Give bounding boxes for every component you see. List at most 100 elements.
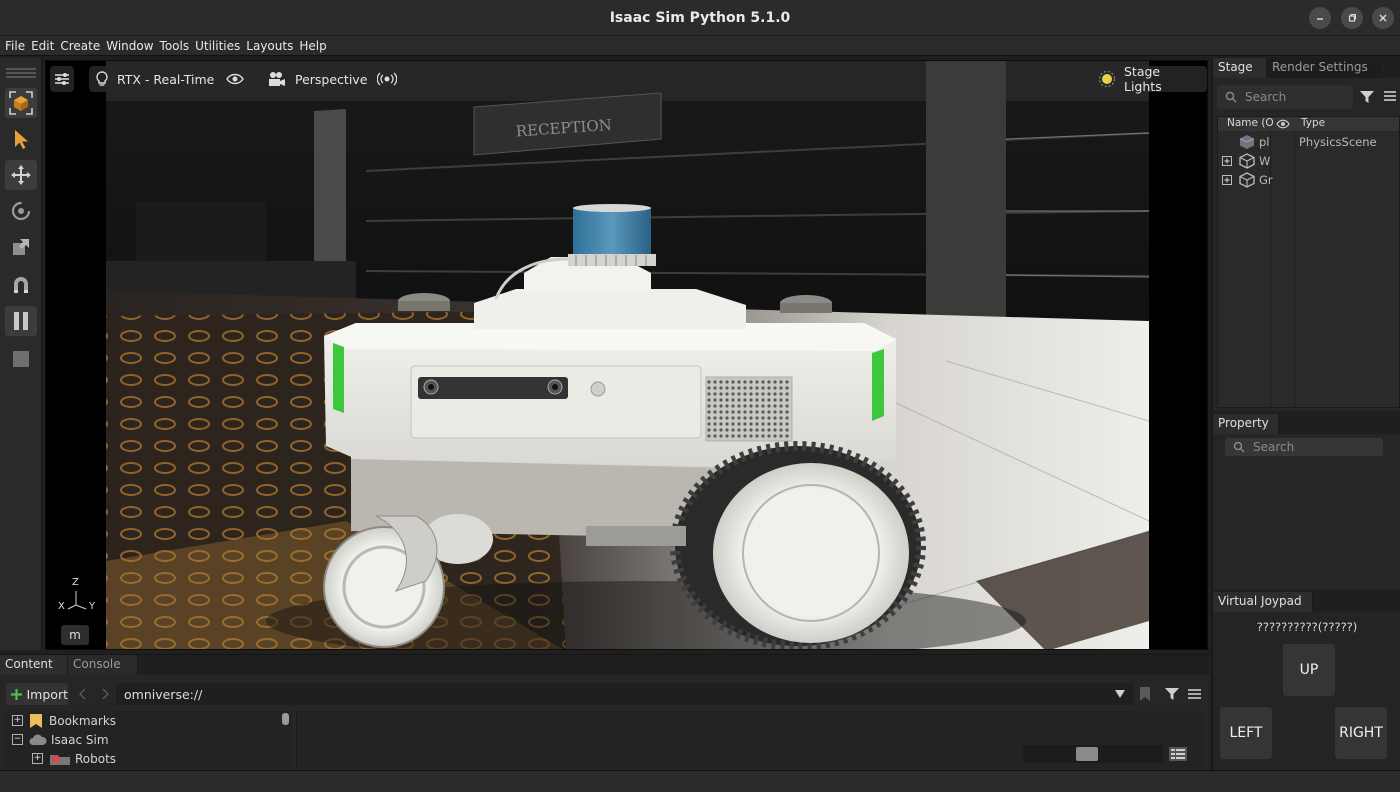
snap-tool[interactable] [5, 270, 37, 300]
visibility-button[interactable] [222, 66, 248, 92]
joypad-status-text: ??????????(?????) [1256, 620, 1358, 634]
minimize-button[interactable] [1309, 7, 1331, 29]
hamburger-menu-icon[interactable] [1383, 89, 1397, 103]
joypad-right-button[interactable]: RIGHT [1335, 707, 1387, 759]
camera-label: Perspective [295, 71, 368, 87]
stage-lights-label: Stage Lights [1124, 64, 1162, 94]
toolbar-grip[interactable] [6, 68, 36, 70]
rotate-tool[interactable] [5, 196, 37, 226]
column-name[interactable]: Name (O [1227, 117, 1274, 129]
stage-table-header: Name (O Type [1218, 117, 1399, 131]
bookmark-folder-icon [30, 713, 42, 728]
stage-row-world[interactable]: W [1218, 152, 1400, 170]
hamburger-menu-icon[interactable] [1187, 687, 1202, 701]
tab-content[interactable]: Content [0, 655, 68, 675]
plus-icon [11, 688, 22, 700]
broadcast-button[interactable] [374, 66, 400, 92]
tree-item-isaac-sim[interactable]: − Isaac Sim [12, 730, 109, 749]
filter-icon[interactable] [1359, 89, 1375, 105]
tree-item-label: Robots [75, 751, 117, 766]
stage-row-name: Gr [1259, 173, 1273, 187]
tab-virtual-joypad[interactable]: Virtual Joypad [1213, 592, 1313, 612]
viewport[interactable]: RECEPTION RTX - Real-Time Perspective St… [45, 60, 1208, 650]
grid-view-icon[interactable] [1169, 747, 1187, 761]
move-tool[interactable] [5, 160, 37, 190]
snap-magnet-icon [14, 277, 28, 293]
stage-lights-button[interactable]: Stage Lights [1092, 64, 1207, 94]
menu-window[interactable]: Window [106, 39, 153, 53]
prim-cube-icon [1239, 135, 1255, 149]
expand-plus-icon[interactable] [1222, 156, 1232, 166]
menu-tools[interactable]: Tools [160, 39, 190, 53]
property-search-input[interactable]: Search [1225, 438, 1383, 456]
forward-chevron-icon[interactable] [100, 688, 110, 700]
window-title: Isaac Sim Python 5.1.0 [609, 9, 791, 26]
menu-create[interactable]: Create [60, 39, 100, 53]
collapse-toggle[interactable]: − [12, 734, 23, 745]
select-prim-icon [9, 91, 33, 115]
menu-edit[interactable]: Edit [31, 39, 54, 53]
pause-button[interactable] [5, 306, 37, 336]
renderer-button[interactable]: RTX - Real-Time [89, 66, 221, 92]
isaac-sim-app: Isaac Sim Python 5.1.0 File Edit Create … [0, 0, 1400, 792]
visibility-column-eye-icon[interactable] [1276, 119, 1290, 129]
search-icon [1225, 91, 1237, 103]
joypad-left-button[interactable]: LEFT [1220, 707, 1272, 759]
scale-tool[interactable] [5, 232, 37, 262]
thumbnail-zoom-slider[interactable] [1023, 745, 1163, 763]
rotate-icon [11, 201, 31, 221]
restore-button[interactable] [1341, 7, 1363, 29]
content-path-value: omniverse:// [124, 686, 203, 702]
expand-toggle[interactable]: + [32, 753, 43, 764]
toolbar-grip-line [6, 72, 36, 74]
expand-plus-icon[interactable] [1222, 175, 1232, 185]
close-button[interactable] [1372, 7, 1394, 29]
content-file-grid[interactable] [296, 711, 1204, 769]
close-icon [1379, 14, 1387, 22]
prim-cube-icon [1239, 172, 1255, 188]
tab-stage[interactable]: Stage [1213, 58, 1267, 78]
tab-console[interactable]: Console [68, 655, 138, 675]
content-path-input[interactable]: omniverse:// [116, 683, 1134, 705]
stop-button[interactable] [5, 344, 37, 374]
tree-scrollbar[interactable] [282, 713, 289, 725]
property-panel: Property Search [1212, 414, 1400, 590]
right-status-light [872, 349, 884, 421]
bookmark-icon[interactable] [1138, 686, 1152, 702]
tab-property[interactable]: Property [1213, 414, 1279, 434]
viewport-settings-button[interactable] [50, 66, 74, 92]
key-hint-badge: m [61, 625, 89, 645]
robot-folder-icon [50, 754, 70, 765]
back-chevron-icon[interactable] [78, 688, 88, 700]
restore-icon [1348, 14, 1356, 22]
tree-item-robots[interactable]: + Robots [32, 749, 116, 768]
expand-toggle[interactable]: + [12, 715, 23, 726]
column-type[interactable]: Type [1301, 117, 1325, 129]
stage-row-ground[interactable]: Gr [1218, 171, 1400, 189]
joypad-up-button[interactable]: UP [1283, 644, 1335, 696]
tab-render-settings[interactable]: Render Settings [1267, 58, 1381, 78]
camera-button[interactable]: Perspective [261, 66, 374, 92]
path-dropdown-icon[interactable] [1114, 689, 1126, 699]
select-prim-tool[interactable] [5, 88, 37, 118]
tree-item-bookmarks[interactable]: + Bookmarks [12, 711, 116, 730]
zoom-slider-thumb[interactable] [1076, 747, 1099, 761]
search-icon [1233, 441, 1245, 453]
filter-icon[interactable] [1164, 686, 1180, 702]
menu-help[interactable]: Help [299, 39, 326, 53]
broadcast-icon [377, 72, 397, 86]
stage-tree: Name (O Type pl PhysicsScene W Gr [1217, 116, 1400, 408]
stage-search-input[interactable]: Search [1217, 85, 1353, 109]
title-bar: Isaac Sim Python 5.1.0 [0, 0, 1400, 36]
import-button[interactable]: Import [6, 683, 68, 705]
renderer-label: RTX - Real-Time [117, 71, 215, 87]
scene-render[interactable]: RECEPTION [46, 61, 1208, 650]
menu-layouts[interactable]: Layouts [246, 39, 293, 53]
property-search-placeholder: Search [1253, 440, 1295, 454]
select-tool[interactable] [5, 124, 37, 154]
stage-row-physics-scene[interactable]: pl PhysicsScene [1218, 133, 1400, 151]
menu-file[interactable]: File [5, 39, 25, 53]
menu-utilities[interactable]: Utilities [195, 39, 240, 53]
minimize-icon [1317, 18, 1323, 20]
virtual-joypad-panel: Virtual Joypad ??????????(?????) UP LEFT… [1212, 592, 1400, 770]
